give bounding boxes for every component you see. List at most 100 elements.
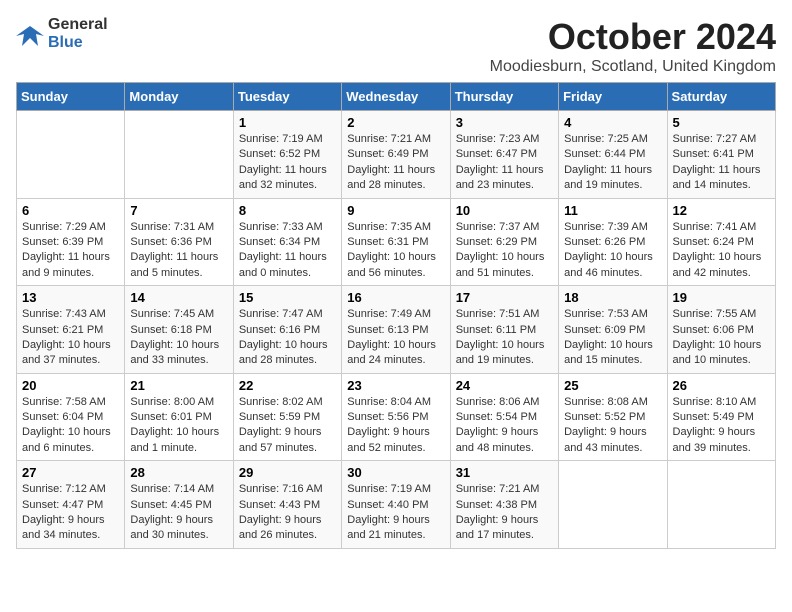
day-cell: 20 Sunrise: 7:58 AM Sunset: 6:04 PM Dayli… [17, 373, 125, 461]
day-cell: 12 Sunrise: 7:41 AM Sunset: 6:24 PM Dayli… [667, 198, 775, 286]
day-info: Sunrise: 7:53 AM Sunset: 6:09 PM Dayligh… [564, 307, 661, 369]
day-info: Sunrise: 7:39 AM Sunset: 6:26 PM Dayligh… [564, 220, 661, 282]
day-info: Sunrise: 7:35 AM Sunset: 6:31 PM Dayligh… [347, 220, 444, 282]
title-area: October 2024 Moodiesburn, Scotland, Unit… [490, 16, 776, 76]
header-cell-monday: Monday [125, 83, 233, 111]
day-info: Sunrise: 7:19 AM Sunset: 6:52 PM Dayligh… [239, 132, 336, 194]
day-number: 29 [239, 465, 336, 480]
calendar-title: October 2024 [490, 16, 776, 58]
day-info: Sunrise: 7:37 AM Sunset: 6:29 PM Dayligh… [456, 220, 553, 282]
day-info: Sunrise: 7:16 AM Sunset: 4:43 PM Dayligh… [239, 482, 336, 544]
day-cell [125, 111, 233, 199]
calendar-body: 1 Sunrise: 7:19 AM Sunset: 6:52 PM Daylig… [17, 111, 776, 549]
logo-blue-text: Blue [48, 34, 83, 51]
day-cell: 28 Sunrise: 7:14 AM Sunset: 4:45 PM Dayli… [125, 461, 233, 549]
day-cell: 19 Sunrise: 7:55 AM Sunset: 6:06 PM Dayli… [667, 286, 775, 374]
calendar-table: SundayMondayTuesdayWednesdayThursdayFrid… [16, 82, 776, 549]
day-info: Sunrise: 8:04 AM Sunset: 5:56 PM Dayligh… [347, 395, 444, 457]
day-cell: 29 Sunrise: 7:16 AM Sunset: 4:43 PM Dayli… [233, 461, 341, 549]
day-number: 10 [456, 203, 553, 218]
day-number: 17 [456, 290, 553, 305]
day-number: 13 [22, 290, 119, 305]
day-info: Sunrise: 7:58 AM Sunset: 6:04 PM Dayligh… [22, 395, 119, 457]
day-number: 28 [130, 465, 227, 480]
day-cell: 13 Sunrise: 7:43 AM Sunset: 6:21 PM Dayli… [17, 286, 125, 374]
day-info: Sunrise: 7:23 AM Sunset: 6:47 PM Dayligh… [456, 132, 553, 194]
week-row-5: 27 Sunrise: 7:12 AM Sunset: 4:47 PM Dayli… [17, 461, 776, 549]
day-cell: 14 Sunrise: 7:45 AM Sunset: 6:18 PM Dayli… [125, 286, 233, 374]
day-cell [559, 461, 667, 549]
calendar-subtitle: Moodiesburn, Scotland, United Kingdom [490, 58, 776, 76]
day-cell: 11 Sunrise: 7:39 AM Sunset: 6:26 PM Dayli… [559, 198, 667, 286]
day-number: 21 [130, 378, 227, 393]
day-info: Sunrise: 7:41 AM Sunset: 6:24 PM Dayligh… [673, 220, 770, 282]
day-info: Sunrise: 7:49 AM Sunset: 6:13 PM Dayligh… [347, 307, 444, 369]
header-cell-sunday: Sunday [17, 83, 125, 111]
day-cell [667, 461, 775, 549]
day-cell: 27 Sunrise: 7:12 AM Sunset: 4:47 PM Dayli… [17, 461, 125, 549]
day-info: Sunrise: 7:55 AM Sunset: 6:06 PM Dayligh… [673, 307, 770, 369]
day-info: Sunrise: 7:29 AM Sunset: 6:39 PM Dayligh… [22, 220, 119, 282]
day-info: Sunrise: 7:19 AM Sunset: 4:40 PM Dayligh… [347, 482, 444, 544]
day-cell: 15 Sunrise: 7:47 AM Sunset: 6:16 PM Dayli… [233, 286, 341, 374]
day-number: 25 [564, 378, 661, 393]
day-cell: 22Sunrise: 8:02 AM Sunset: 5:59 PM Dayli… [233, 373, 341, 461]
day-info: Sunrise: 7:27 AM Sunset: 6:41 PM Dayligh… [673, 132, 770, 194]
day-number: 1 [239, 115, 336, 130]
day-number: 6 [22, 203, 119, 218]
day-number: 16 [347, 290, 444, 305]
day-number: 9 [347, 203, 444, 218]
day-number: 2 [347, 115, 444, 130]
day-cell: 26 Sunrise: 8:10 AM Sunset: 5:49 PM Dayli… [667, 373, 775, 461]
day-number: 22 [239, 378, 336, 393]
day-number: 23 [347, 378, 444, 393]
day-number: 20 [22, 378, 119, 393]
day-cell: 10 Sunrise: 7:37 AM Sunset: 6:29 PM Dayli… [450, 198, 558, 286]
day-number: 12 [673, 203, 770, 218]
header-row: SundayMondayTuesdayWednesdayThursdayFrid… [17, 83, 776, 111]
day-info: Sunrise: 7:47 AM Sunset: 6:16 PM Dayligh… [239, 307, 336, 369]
week-row-2: 6 Sunrise: 7:29 AM Sunset: 6:39 PM Daylig… [17, 198, 776, 286]
logo: General Blue [16, 16, 108, 52]
day-cell: 5 Sunrise: 7:27 AM Sunset: 6:41 PM Daylig… [667, 111, 775, 199]
week-row-1: 1 Sunrise: 7:19 AM Sunset: 6:52 PM Daylig… [17, 111, 776, 199]
day-cell [17, 111, 125, 199]
day-number: 14 [130, 290, 227, 305]
day-cell: 1 Sunrise: 7:19 AM Sunset: 6:52 PM Daylig… [233, 111, 341, 199]
day-info: Sunrise: 7:45 AM Sunset: 6:18 PM Dayligh… [130, 307, 227, 369]
day-info: Sunrise: 7:12 AM Sunset: 4:47 PM Dayligh… [22, 482, 119, 544]
day-cell: 2Sunrise: 7:21 AM Sunset: 6:49 PM Daylig… [342, 111, 450, 199]
day-info: Sunrise: 7:31 AM Sunset: 6:36 PM Dayligh… [130, 220, 227, 282]
day-info: Sunrise: 7:51 AM Sunset: 6:11 PM Dayligh… [456, 307, 553, 369]
day-number: 15 [239, 290, 336, 305]
day-number: 27 [22, 465, 119, 480]
day-number: 11 [564, 203, 661, 218]
day-number: 18 [564, 290, 661, 305]
day-number: 7 [130, 203, 227, 218]
day-info: Sunrise: 7:43 AM Sunset: 6:21 PM Dayligh… [22, 307, 119, 369]
day-info: Sunrise: 8:10 AM Sunset: 5:49 PM Dayligh… [673, 395, 770, 457]
day-info: Sunrise: 7:14 AM Sunset: 4:45 PM Dayligh… [130, 482, 227, 544]
day-number: 19 [673, 290, 770, 305]
day-number: 5 [673, 115, 770, 130]
header-cell-friday: Friday [559, 83, 667, 111]
day-number: 24 [456, 378, 553, 393]
day-cell: 3Sunrise: 7:23 AM Sunset: 6:47 PM Daylig… [450, 111, 558, 199]
day-cell: 25Sunrise: 8:08 AM Sunset: 5:52 PM Dayli… [559, 373, 667, 461]
header-cell-saturday: Saturday [667, 83, 775, 111]
header: General Blue October 2024 Moodiesburn, S… [16, 16, 776, 76]
header-cell-wednesday: Wednesday [342, 83, 450, 111]
day-number: 26 [673, 378, 770, 393]
day-cell: 30Sunrise: 7:19 AM Sunset: 4:40 PM Dayli… [342, 461, 450, 549]
day-cell: 16 Sunrise: 7:49 AM Sunset: 6:13 PM Dayli… [342, 286, 450, 374]
day-cell: 21 Sunrise: 8:00 AM Sunset: 6:01 PM Dayli… [125, 373, 233, 461]
day-cell: 23 Sunrise: 8:04 AM Sunset: 5:56 PM Dayli… [342, 373, 450, 461]
day-cell: 8Sunrise: 7:33 AM Sunset: 6:34 PM Daylig… [233, 198, 341, 286]
day-info: Sunrise: 7:33 AM Sunset: 6:34 PM Dayligh… [239, 220, 336, 282]
day-cell: 6 Sunrise: 7:29 AM Sunset: 6:39 PM Daylig… [17, 198, 125, 286]
day-info: Sunrise: 8:06 AM Sunset: 5:54 PM Dayligh… [456, 395, 553, 457]
day-info: Sunrise: 7:25 AM Sunset: 6:44 PM Dayligh… [564, 132, 661, 194]
calendar-header: SundayMondayTuesdayWednesdayThursdayFrid… [17, 83, 776, 111]
day-cell: 4Sunrise: 7:25 AM Sunset: 6:44 PM Daylig… [559, 111, 667, 199]
day-info: Sunrise: 8:00 AM Sunset: 6:01 PM Dayligh… [130, 395, 227, 457]
